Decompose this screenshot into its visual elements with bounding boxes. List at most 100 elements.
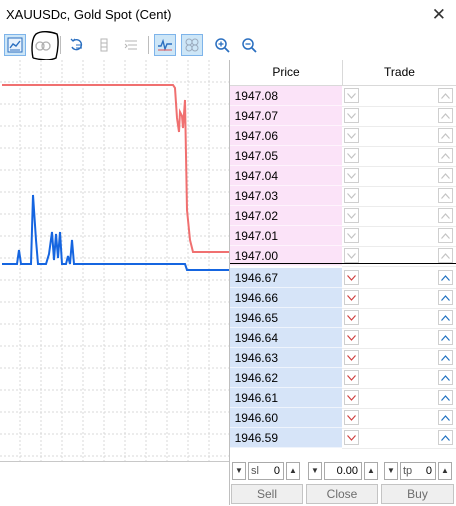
tp-field[interactable]: tp 0: [400, 462, 436, 480]
buy-limit-button[interactable]: [438, 168, 453, 183]
price-cell: 1947.07: [230, 106, 342, 126]
ask-row: 1947.03: [230, 186, 456, 207]
volume-field[interactable]: 0.00: [324, 462, 362, 480]
sl-field[interactable]: sl 0: [248, 462, 284, 480]
sell-limit-button[interactable]: [344, 390, 359, 405]
buy-limit-button[interactable]: [438, 208, 453, 223]
auto-scroll-button[interactable]: [66, 34, 88, 56]
buy-limit-button[interactable]: [438, 108, 453, 123]
sell-limit-button[interactable]: [344, 330, 359, 345]
trade-cell: [342, 146, 456, 167]
trade-cell: [342, 186, 456, 207]
chevron-up-icon: [441, 274, 450, 281]
price-column-header[interactable]: Price: [230, 60, 343, 85]
tick-chart-button[interactable]: [154, 34, 176, 56]
chevron-up-icon: [441, 232, 450, 239]
volume-decrease-button[interactable]: ▼: [308, 462, 322, 480]
zoom-out-button[interactable]: [238, 34, 260, 56]
close-button[interactable]: Close: [306, 484, 378, 504]
trade-cell: [342, 308, 456, 329]
sell-limit-button[interactable]: [344, 270, 359, 285]
price-cell: 1946.65: [230, 308, 342, 328]
chevron-down-icon: [347, 172, 356, 179]
tp-label: tp: [403, 465, 413, 477]
ask-row: 1947.07: [230, 106, 456, 127]
sell-limit-button[interactable]: [344, 430, 359, 445]
bid-price-line: [2, 194, 229, 271]
sell-limit-button[interactable]: [344, 370, 359, 385]
chevron-down-icon: [347, 132, 356, 139]
buy-limit-button[interactable]: [438, 410, 453, 425]
buy-limit-button[interactable]: [438, 350, 453, 365]
chevron-up-icon: [441, 354, 450, 361]
sell-limit-button[interactable]: [344, 228, 359, 243]
sell-limit-button[interactable]: [344, 310, 359, 325]
chevron-up-icon: [441, 92, 450, 99]
price-cell: 1947.08: [230, 86, 342, 106]
trade-cell: [342, 328, 456, 349]
chevron-down-icon: [347, 112, 356, 119]
trade-cell: [342, 268, 456, 289]
depth-button[interactable]: [93, 34, 115, 56]
buy-limit-button[interactable]: [438, 248, 453, 263]
trade-cell: [342, 368, 456, 389]
buy-limit-button[interactable]: [438, 270, 453, 285]
buy-limit-button[interactable]: [438, 390, 453, 405]
close-icon[interactable]: ✕: [432, 5, 446, 25]
sell-limit-button[interactable]: [344, 410, 359, 425]
tp-decrease-button[interactable]: ▼: [384, 462, 398, 480]
chevron-up-icon: [441, 172, 450, 179]
title-bar: XAUUSDc, Gold Spot (Cent) ✕: [0, 0, 456, 30]
price-cell: 1947.01: [230, 226, 342, 246]
trade-column-header[interactable]: Trade: [343, 60, 456, 85]
buy-limit-button[interactable]: [438, 370, 453, 385]
sell-limit-button[interactable]: [344, 248, 359, 263]
buy-limit-button[interactable]: [438, 430, 453, 445]
sell-limit-button[interactable]: [344, 108, 359, 123]
tp-increase-button[interactable]: ▲: [438, 462, 452, 480]
sell-limit-button[interactable]: [344, 128, 359, 143]
buy-limit-button[interactable]: [438, 330, 453, 345]
chevron-up-icon: [441, 212, 450, 219]
chevron-up-icon: [441, 252, 450, 259]
price-cell: 1947.04: [230, 166, 342, 186]
price-cell: 1946.61: [230, 388, 342, 408]
sl-increase-button[interactable]: ▲: [286, 462, 300, 480]
sell-limit-button[interactable]: [344, 350, 359, 365]
chevron-down-icon: [347, 334, 356, 341]
chevron-up-icon: [441, 294, 450, 301]
zoom-in-button[interactable]: [211, 34, 233, 56]
sell-limit-button[interactable]: [344, 88, 359, 103]
sell-limit-button[interactable]: [344, 188, 359, 203]
buy-limit-button[interactable]: [438, 128, 453, 143]
sell-limit-button[interactable]: [344, 208, 359, 223]
trade-levels-button[interactable]: [32, 34, 54, 56]
volume-increase-button[interactable]: ▲: [364, 462, 378, 480]
sell-limit-button[interactable]: [344, 168, 359, 183]
trade-cell: [342, 388, 456, 409]
buy-limit-button[interactable]: [438, 148, 453, 163]
tick-chart-svg: [0, 60, 229, 461]
ticks-list-button[interactable]: [120, 34, 142, 56]
chevron-down-icon: [347, 152, 356, 159]
sell-limit-button[interactable]: [344, 148, 359, 163]
sell-limit-button[interactable]: [344, 290, 359, 305]
buy-limit-button[interactable]: [438, 188, 453, 203]
tick-chart[interactable]: [0, 60, 229, 461]
chevron-down-icon: [347, 314, 356, 321]
chevron-up-icon: [441, 192, 450, 199]
bubbles-button[interactable]: [181, 34, 203, 56]
buy-button[interactable]: Buy: [381, 484, 454, 504]
chart-mode-icon: [7, 37, 23, 53]
price-cell: 1946.60: [230, 408, 342, 428]
buy-limit-button[interactable]: [438, 88, 453, 103]
toolbar-separator: [148, 36, 149, 54]
sl-decrease-button[interactable]: ▼: [232, 462, 246, 480]
price-cell: 1946.63: [230, 348, 342, 368]
bid-row: 1946.63: [230, 348, 456, 369]
sell-button[interactable]: Sell: [231, 484, 303, 504]
buy-limit-button[interactable]: [438, 310, 453, 325]
buy-limit-button[interactable]: [438, 290, 453, 305]
buy-limit-button[interactable]: [438, 228, 453, 243]
chart-mode-button[interactable]: [4, 34, 26, 56]
